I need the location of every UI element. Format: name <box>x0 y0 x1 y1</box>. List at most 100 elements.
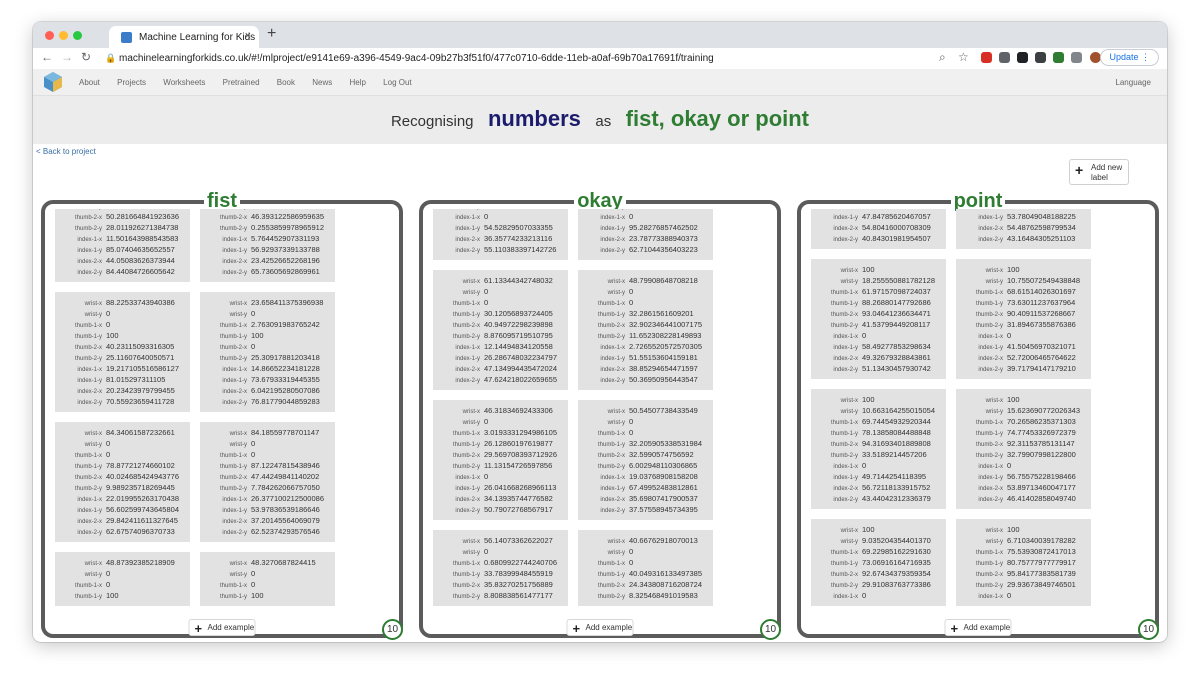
training-example-card[interactable]: wrist-y…index-1-x0index-1-y95.2827685746… <box>578 209 713 260</box>
add-new-label-button[interactable]: + Add new label <box>1069 159 1129 185</box>
feature-row: thumb-1-x 0 <box>578 297 713 308</box>
example-count-badge: 10 <box>760 619 781 640</box>
training-example-card[interactable]: wrist-x 84.34061587232661 wrist-y 0 thumb-1-… <box>55 422 190 542</box>
feature-value: 0 <box>484 287 489 296</box>
extension-icon-2[interactable] <box>999 52 1010 63</box>
feature-value: 61.13344342748032 <box>484 276 553 285</box>
feature-row: wrist-y 6.710340039178282 <box>956 535 1091 546</box>
feature-value: 70.26586235371303 <box>1007 417 1076 426</box>
training-example-card[interactable]: wrist-x 48.87392385218909 wrist-y 0 thumb-1-… <box>55 552 190 606</box>
back-arrow-icon[interactable]: ← <box>41 50 53 64</box>
address-bar[interactable]: 🔒 machinelearningforkids.co.uk/#!/mlproj… <box>105 50 965 67</box>
feature-name: index-2-y <box>833 497 858 503</box>
examples-scroll-area[interactable]: wrist-y…index-1-x0index-1-y54.5282950703… <box>433 209 777 609</box>
training-example-card[interactable]: index-1-x0index-1-y47.84785620467057inde… <box>811 209 946 249</box>
training-example-card[interactable]: wrist-x 100 wrist-y 10.663164255015054 thumb… <box>811 389 946 509</box>
training-example-card[interactable]: wrist-x 88.22533743940386 wrist-y 0 thumb-1-… <box>55 292 190 412</box>
site-favicon-icon <box>121 32 132 43</box>
add-example-button[interactable]: + Add example <box>944 619 1012 636</box>
extension-icon-1[interactable] <box>981 52 992 63</box>
feature-row: index-2-y 70.55923659411728 <box>55 396 190 407</box>
training-example-card[interactable]: wrist-x 100 wrist-y 18.255550881782128 thumb… <box>811 259 946 379</box>
extension-icon-4[interactable] <box>1035 52 1046 63</box>
feature-row: thumb-1-y 73.06916164716935 <box>811 557 946 568</box>
training-example-card[interactable]: wrist-x 100 wrist-y 6.710340039178282 thumb-… <box>956 519 1091 606</box>
feature-row: wrist-y 0 <box>433 416 568 427</box>
nav-logout[interactable]: Log Out <box>383 78 411 87</box>
feature-row: wrist-x 100 <box>956 524 1091 535</box>
language-menu[interactable]: Language <box>1115 78 1151 87</box>
training-example-card[interactable]: wrist-x 100 wrist-y 15.623690772026343 thumb… <box>956 389 1091 509</box>
examples-scroll-area[interactable]: thumb-1-y…thumb-2-x50.281664841923636thu… <box>55 209 399 609</box>
feature-value: 61.97157098724037 <box>862 287 931 296</box>
maximize-window-icon[interactable] <box>73 31 82 40</box>
training-example-card[interactable]: wrist-x 46.31834692433306 wrist-y 0 thumb-1-… <box>433 400 568 520</box>
feature-value: 51.55153604159181 <box>629 353 698 362</box>
feature-row: index-2-x 36.35774233213116 <box>433 233 568 244</box>
feature-value: 47.624218022659655 <box>484 375 557 384</box>
training-example-card[interactable]: thumb-1-y…thumb-2-x46.393122586959635thu… <box>200 209 335 282</box>
feature-row: index-2-y 65.73605692869961 <box>200 266 335 277</box>
nav-book[interactable]: Book <box>277 78 295 87</box>
training-example-card[interactable]: wrist-x 48.3270687824415 wrist-y 0 thumb-1-x… <box>200 552 335 606</box>
extension-icon-5[interactable] <box>1053 52 1064 63</box>
back-to-project-link[interactable]: < Back to project <box>36 147 96 156</box>
nav-worksheets[interactable]: Worksheets <box>163 78 205 87</box>
training-example-card[interactable]: wrist-x 40.66762918070013 wrist-y 0 thumb-1-… <box>578 530 713 606</box>
feature-row: wrist-y 10.663164255015054 <box>811 405 946 416</box>
training-example-card[interactable]: wrist-y…index-1-x0index-1-y54.5282950703… <box>433 209 568 260</box>
feature-row: index-1-y 41.50456970321071 <box>956 341 1091 352</box>
training-example-card[interactable]: wrist-x 84.18559778701147 wrist-y 0 thumb-1-… <box>200 422 335 542</box>
update-button[interactable]: Update ⋮ <box>1100 49 1159 66</box>
nav-projects[interactable]: Projects <box>117 78 146 87</box>
feature-row: wrist-y 0 <box>433 546 568 557</box>
training-example-card[interactable]: wrist-x 100 wrist-y 9.035204354401370 thumb-… <box>811 519 946 606</box>
feature-value: 93.04641236634471 <box>862 309 931 318</box>
browser-tab[interactable]: Machine Learning for Kids × <box>109 26 259 48</box>
training-example-card[interactable]: wrist-x 61.13344342748032 wrist-y 0 thumb-1-… <box>433 270 568 390</box>
feature-row: index-1-y 81.015297311105 <box>55 374 190 385</box>
title-labels: fist, okay or point <box>625 106 810 131</box>
feature-value: 47.44249841140202 <box>251 472 320 481</box>
puzzle-extensions-icon[interactable] <box>1071 52 1082 63</box>
site-navbar: About Projects Worksheets Pretrained Boo… <box>33 69 1167 96</box>
training-example-card[interactable]: thumb-1-y…thumb-2-x50.281664841923636thu… <box>55 209 190 282</box>
new-tab-button[interactable]: + <box>267 25 276 43</box>
zoom-search-icon[interactable]: ⌕ <box>939 50 946 65</box>
add-example-button[interactable]: + Add example <box>566 619 634 636</box>
training-example-card[interactable]: wrist-x 50.54507738433549 wrist-y 0 thumb-1-… <box>578 400 713 520</box>
feature-value: 0 <box>1007 591 1012 600</box>
training-example-card[interactable]: wrist-x 100 wrist-y 10.755072549438848 thumb… <box>956 259 1091 379</box>
mlforkids-logo[interactable] <box>43 71 63 93</box>
feature-value: 0 <box>1007 331 1012 340</box>
feature-value: 40.024685424943776 <box>106 472 179 481</box>
training-example-card[interactable]: wrist-x 23.658411375396938 wrist-y 0 thumb-1… <box>200 292 335 412</box>
feature-value: 29.93673849746501 <box>1007 580 1076 589</box>
add-example-button[interactable]: + Add example <box>188 619 256 636</box>
forward-arrow-icon[interactable]: → <box>61 50 73 64</box>
feature-value: 43.44042312336379 <box>862 494 931 503</box>
bookmark-star-icon[interactable]: ☆ <box>958 50 969 64</box>
training-example-card[interactable]: index-1-x0index-1-y53.78049048188225inde… <box>956 209 1091 249</box>
feature-row: thumb-2-x 35.83270251756889 <box>433 579 568 590</box>
feature-row: index-1-y 26.286748032234797 <box>433 352 568 363</box>
nav-news[interactable]: News <box>312 78 332 87</box>
training-example-card[interactable]: wrist-x 56.14073362622027 wrist-y 0 thumb-1-… <box>433 530 568 606</box>
tab-close-icon[interactable]: × <box>245 30 251 42</box>
reload-icon[interactable]: ↻ <box>81 50 91 64</box>
extension-icon-3[interactable] <box>1017 52 1028 63</box>
feature-value: 49.32679328843861 <box>862 353 931 362</box>
nav-help[interactable]: Help <box>349 78 365 87</box>
feature-row: thumb-2-x 92.67434379359354 <box>811 568 946 579</box>
feature-name: index-2-y <box>600 508 625 514</box>
feature-row: thumb-2-x 94.31693401889808 <box>811 438 946 449</box>
nav-about[interactable]: About <box>79 78 100 87</box>
feature-value: 56.602599743645804 <box>106 505 179 514</box>
training-example-card[interactable]: wrist-x 48.79908648708218 wrist-y 0 thumb-1-… <box>578 270 713 390</box>
examples-scroll-area[interactable]: index-1-x0index-1-y47.84785620467057inde… <box>811 209 1155 609</box>
feature-value: … <box>251 209 259 210</box>
minimize-window-icon[interactable] <box>59 31 68 40</box>
close-window-icon[interactable] <box>45 31 54 40</box>
nav-pretrained[interactable]: Pretrained <box>223 78 260 87</box>
profile-avatar[interactable] <box>1090 52 1101 63</box>
